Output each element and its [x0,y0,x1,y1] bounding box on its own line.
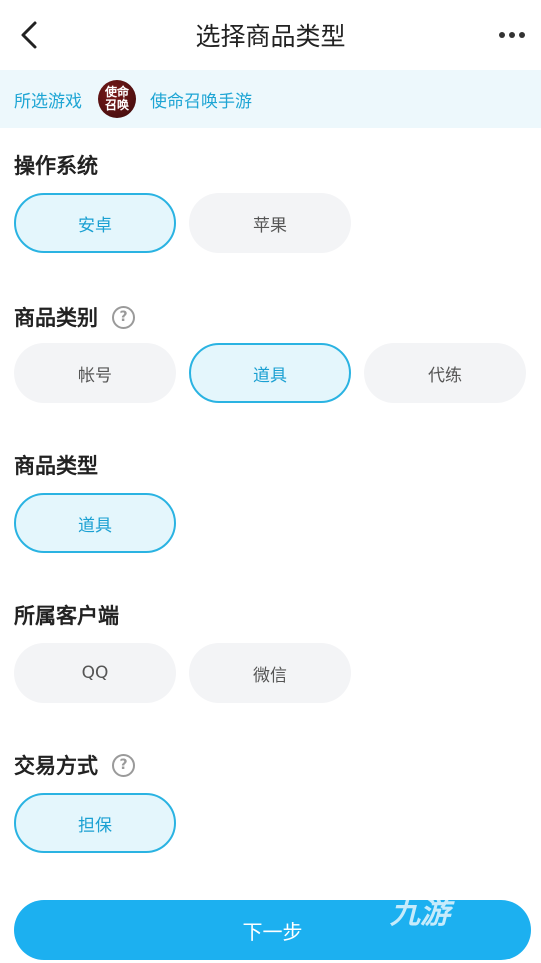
help-icon[interactable]: ? [112,305,135,329]
selected-game-label: 所选游戏 [14,91,82,112]
option-client-wechat[interactable]: 微信 [189,643,351,703]
selected-game-bar: 所选游戏 使命 召唤 使命召唤手游 [0,70,541,128]
more-button[interactable] [497,22,527,48]
option-category-boosting[interactable]: 代练 [364,343,526,403]
chevron-left-icon [21,21,37,49]
option-client-qq[interactable]: QQ [14,643,176,703]
section-title-category: 商品类别 [14,306,98,330]
section-title-trade: 交易方式 [14,754,98,778]
watermark-logo: 九游 [390,896,450,931]
option-category-account[interactable]: 帐号 [14,343,176,403]
section-title-type: 商品类型 [14,454,98,478]
option-category-item[interactable]: 道具 [189,343,351,403]
option-os-ios[interactable]: 苹果 [189,193,351,253]
page-title: 选择商品类型 [195,22,346,51]
top-bar: 选择商品类型 [0,0,541,70]
section-title-client: 所属客户端 [14,604,119,628]
option-trade-escrow[interactable]: 担保 [14,793,176,853]
selected-game-name: 使命召唤手游 [150,91,252,112]
section-title-os: 操作系统 [14,154,98,178]
game-logo: 使命 召唤 [98,80,136,118]
game-logo-line2: 召唤 [104,98,129,112]
section-trade: 交易方式 ? [14,750,135,780]
section-category: 商品类别 ? [14,302,135,332]
option-type-item[interactable]: 道具 [14,493,176,553]
help-icon[interactable]: ? [112,753,135,777]
back-button[interactable] [14,18,44,52]
more-dots-icon [499,32,525,38]
option-os-android[interactable]: 安卓 [14,193,176,253]
